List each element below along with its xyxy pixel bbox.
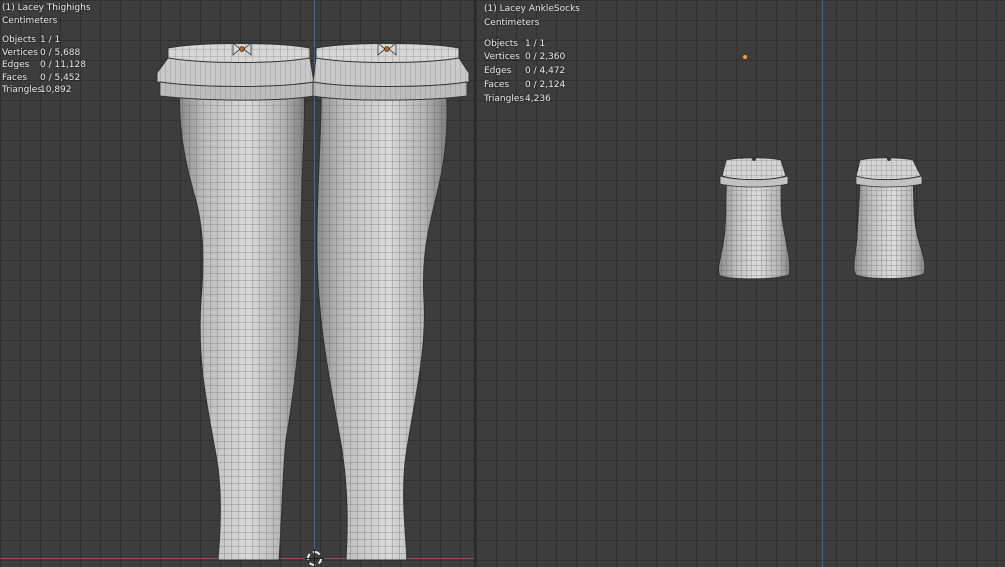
3d-cursor-icon[interactable] [305,549,324,567]
viewport-right[interactable]: (1) Lacey AnkleSocks Centimeters Objects… [476,0,1005,567]
bow-icon [887,157,891,161]
left-sock-cuff-wire [722,157,786,180]
right-ankle-sock[interactable] [853,157,926,280]
right-leg-wire [316,86,448,560]
blender-viewports: (1) Lacey Thighighs Centimeters Objects … [0,0,1005,567]
left-sock-wire [718,174,790,279]
right-stocking[interactable] [312,42,470,561]
left-leg-wire [179,86,305,560]
object-origin-dot[interactable] [743,55,747,59]
bow-icon [752,157,756,161]
ankle-sock-mesh[interactable] [476,0,1005,567]
left-stocking[interactable] [156,42,315,561]
viewport-left[interactable]: (1) Lacey Thighighs Centimeters Objects … [0,0,476,567]
thighigh-mesh[interactable] [0,0,476,567]
right-sock-wire [853,174,925,279]
right-sock-cuff-wire [856,157,921,180]
left-ankle-sock[interactable] [718,157,791,280]
